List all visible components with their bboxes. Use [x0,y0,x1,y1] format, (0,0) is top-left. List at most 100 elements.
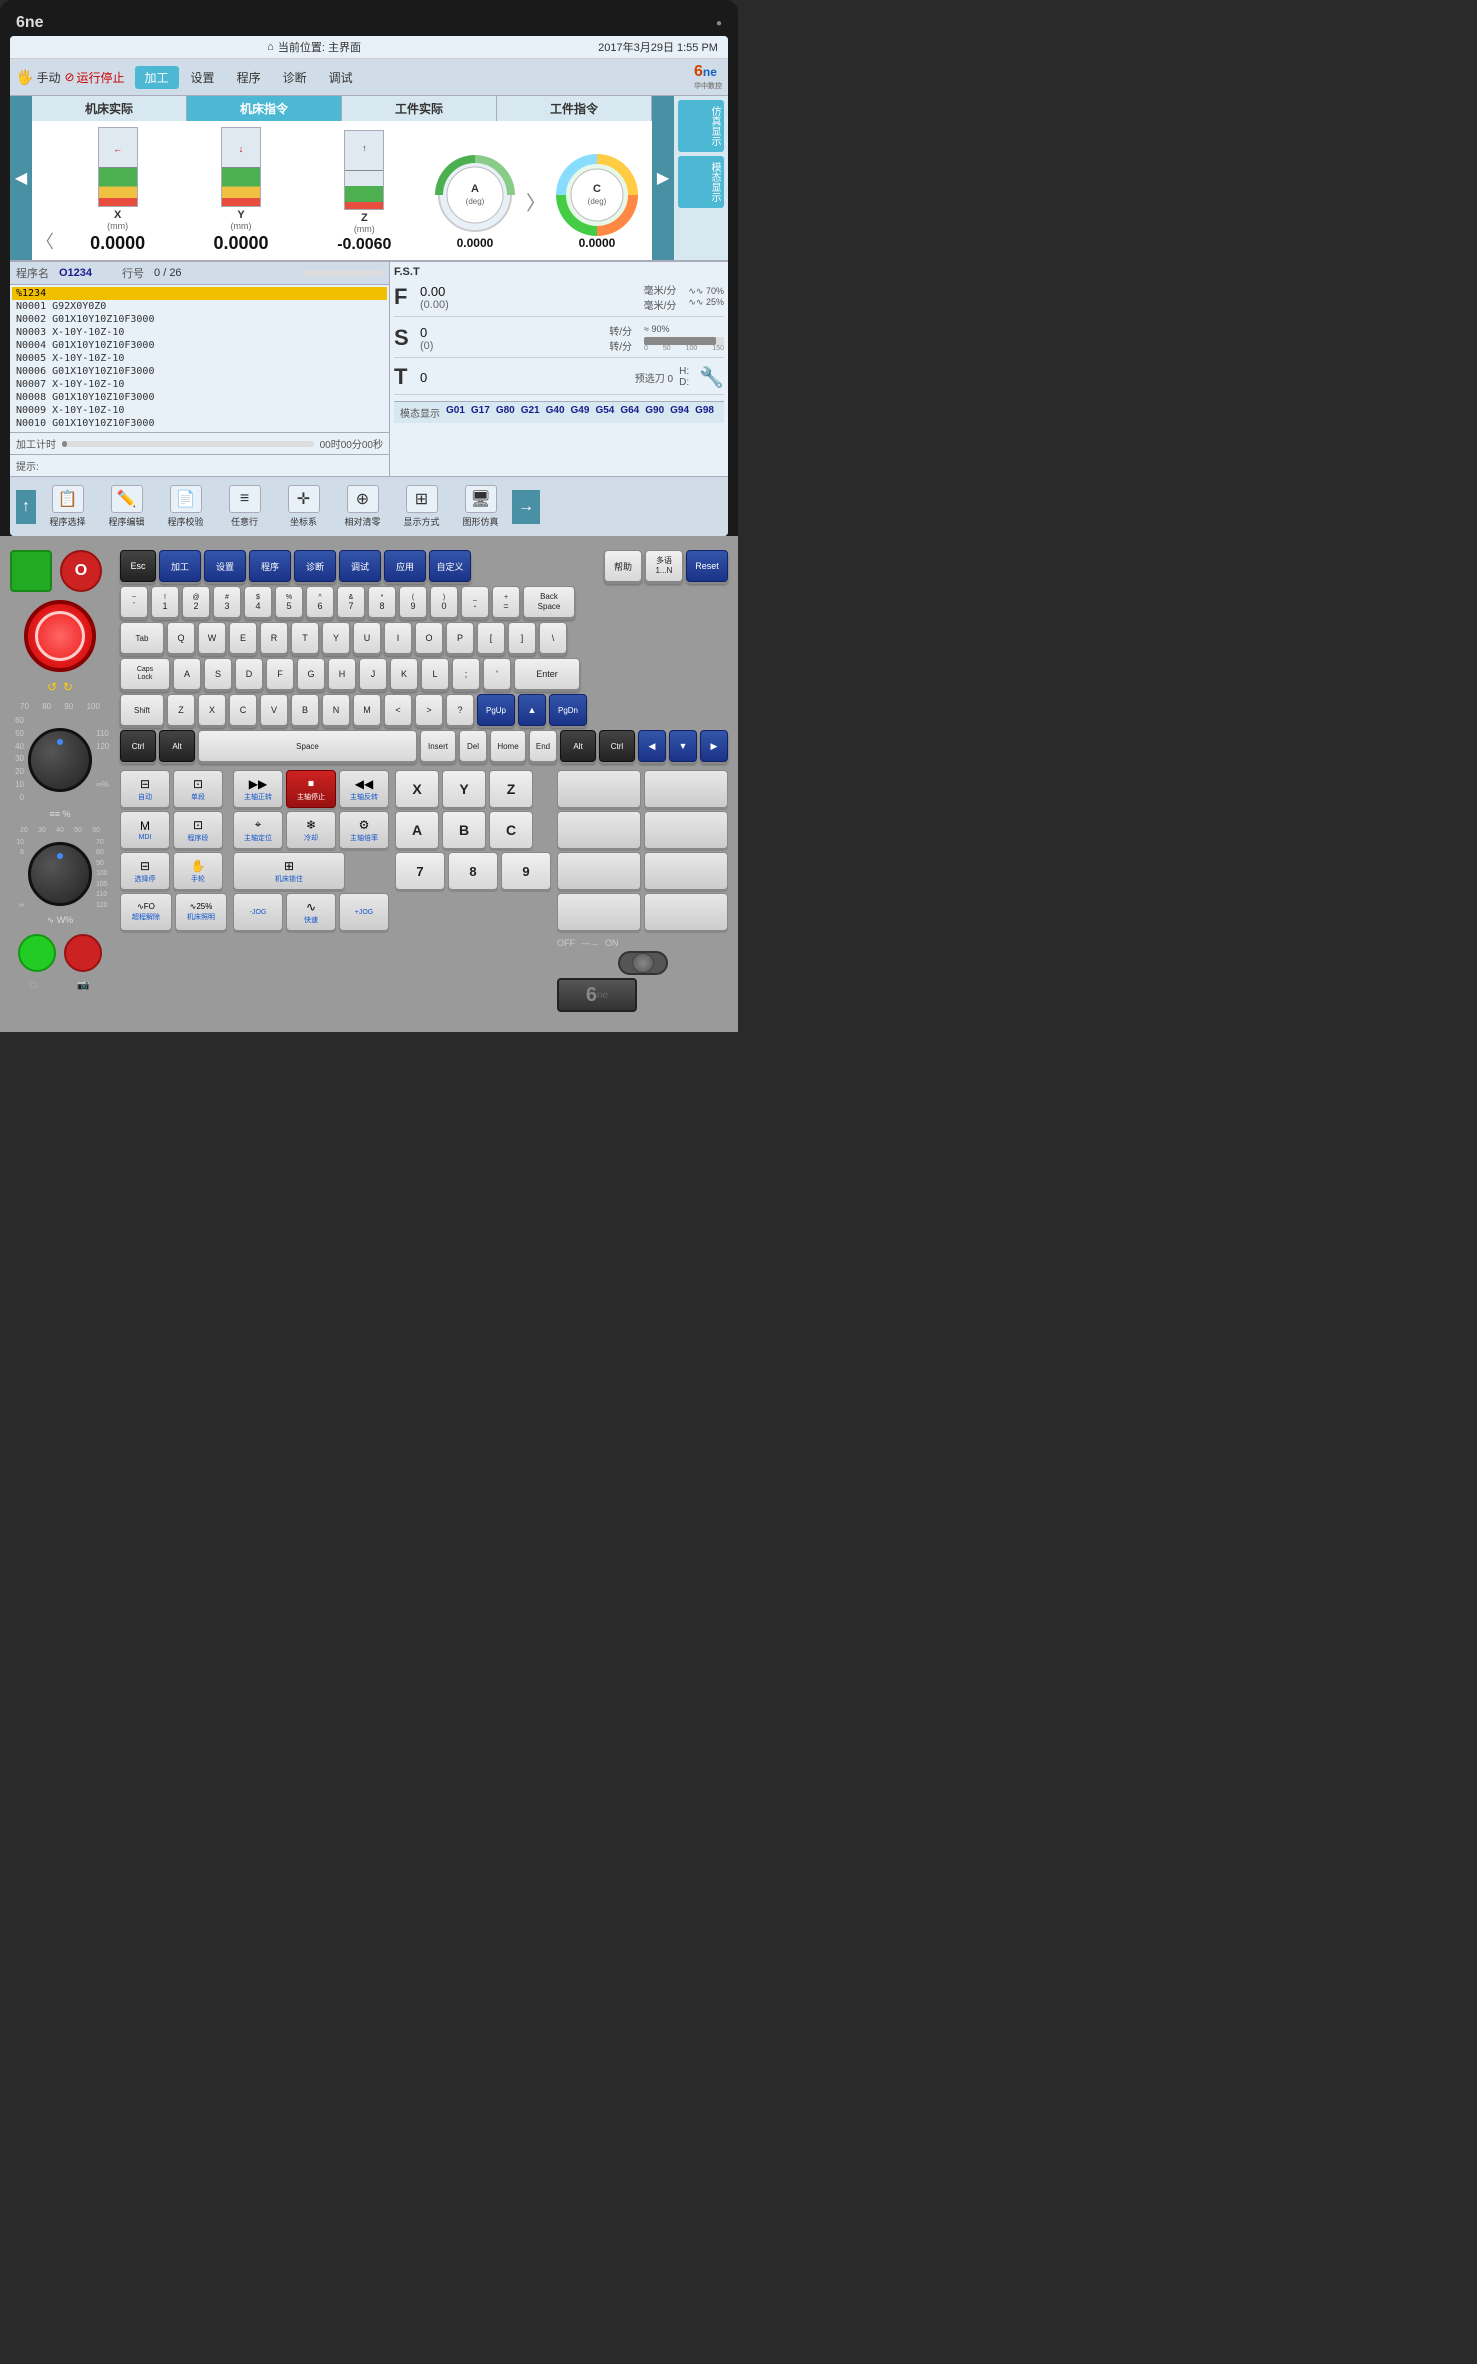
axis-nav-left[interactable]: ◀ [10,96,32,260]
key-q[interactable]: Q [167,622,195,654]
key-v[interactable]: V [260,694,288,726]
sim-display-btn[interactable]: 仿真显示 [678,100,724,152]
key-home[interactable]: Home [490,730,526,762]
key-lt[interactable]: < [384,694,412,726]
key-esc[interactable]: Esc [120,550,156,582]
key-quote[interactable]: ' [483,658,511,690]
key-f[interactable]: F [266,658,294,690]
key-coolant[interactable]: ❄ 冷却 [286,811,336,849]
key-p[interactable]: P [446,622,474,654]
key-4[interactable]: $ 4 [244,586,272,618]
key-jog-pos[interactable]: +JOG [339,893,389,931]
key-reset[interactable]: Reset [686,550,728,582]
key-spindle-stop[interactable]: ⏹ 主轴停止 [286,770,336,808]
axis-header-workpiece-cmd[interactable]: 工件指令 [497,96,652,121]
key-spindle-fwd[interactable]: ▶▶ 主轴正转 [233,770,283,808]
key-machine-lock[interactable]: ⊞ 机床锁住 [233,852,345,890]
key-x[interactable]: X [198,694,226,726]
modal-display-btn[interactable]: 模态显示 [678,156,724,208]
red-stop-button[interactable]: O [60,550,102,592]
key-num-9[interactable]: 9 [501,852,551,890]
key-3[interactable]: # 3 [213,586,241,618]
key-tab[interactable]: Tab [120,622,164,654]
toolbar-any-line[interactable]: ≡ 任意行 [217,481,272,532]
key-enter[interactable]: Enter [514,658,580,690]
tab-program[interactable]: 程序 [227,66,271,89]
key-axis-a[interactable]: A [395,811,439,849]
key-9[interactable]: ( 9 [399,586,427,618]
key-a[interactable]: A [173,658,201,690]
key-z[interactable]: Z [167,694,195,726]
green-circle-button[interactable] [18,934,56,972]
key-w[interactable]: W [198,622,226,654]
key-alt-left[interactable]: Alt [159,730,195,762]
axis-header-machine-actual[interactable]: 机床实际 [32,96,187,121]
toolbar-program-edit[interactable]: ✏️ 程序编辑 [99,481,154,532]
key-rfn-7[interactable] [557,893,641,931]
key-help[interactable]: 帮助 [604,550,642,582]
key-num-7[interactable]: 7 [395,852,445,890]
key-semicolon[interactable]: ; [452,658,480,690]
toolbar-up-arrow[interactable]: ↑ [16,490,36,524]
key-rfn-1[interactable] [557,770,641,808]
key-fn-machining[interactable]: 加工 [159,550,201,582]
key-6[interactable]: ^ 6 [306,586,334,618]
key-fn-custom[interactable]: 自定义 [429,550,471,582]
key-num-8[interactable]: 8 [448,852,498,890]
key-r[interactable]: R [260,622,288,654]
key-spindle-rev[interactable]: ◀◀ 主轴反转 [339,770,389,808]
key-capslock[interactable]: CapsLock [120,658,170,690]
key-rfn-5[interactable] [557,852,641,890]
key-down-arrow[interactable]: ▼ [669,730,697,762]
key-axis-z[interactable]: Z [489,770,533,808]
nav-tabs[interactable]: 加工 设置 程序 诊断 调试 [135,66,363,89]
axis-nav-right-arrow[interactable]: 〉 [526,187,546,216]
key-rbracket[interactable]: ] [508,622,536,654]
key-lighting[interactable]: ∿25% 机床照明 [175,893,227,931]
spindle-rate-knob[interactable] [28,842,92,906]
key-k[interactable]: K [390,658,418,690]
toolbar-program-check[interactable]: 📄 程序校验 [158,481,213,532]
axis-header-workpiece-actual[interactable]: 工件实际 [342,96,497,121]
key-multilang[interactable]: 多语1...N [645,550,683,582]
key-space[interactable]: Space [198,730,417,762]
key-rfn-3[interactable] [557,811,641,849]
key-fn-debug[interactable]: 调试 [339,550,381,582]
key-insert[interactable]: Insert [420,730,456,762]
key-lbracket[interactable]: [ [477,622,505,654]
key-t[interactable]: T [291,622,319,654]
key-axis-y[interactable]: Y [442,770,486,808]
key-left-arrow[interactable]: ◀ [638,730,666,762]
key-shift-left[interactable]: Shift [120,694,164,726]
toolbar-program-select[interactable]: 📋 程序选择 [40,481,95,532]
axis-x-left-arrow[interactable]: 〈 [36,228,54,254]
axis-header-machine-cmd[interactable]: 机床指令 [187,96,342,121]
key-d[interactable]: D [235,658,263,690]
toolbar-display-mode[interactable]: ⊞ 显示方式 [394,481,449,532]
key-8[interactable]: * 8 [368,586,396,618]
key-0[interactable]: ) 0 [430,586,458,618]
tab-diagnosis[interactable]: 诊断 [273,66,317,89]
toolbar-relative-zero[interactable]: ⊕ 相对清零 [335,481,390,532]
key-g[interactable]: G [297,658,325,690]
key-pgdn[interactable]: PgDn [549,694,587,726]
key-question[interactable]: ? [446,694,474,726]
key-h[interactable]: H [328,658,356,690]
key-n[interactable]: N [322,694,350,726]
estop-button[interactable] [24,600,96,672]
key-del[interactable]: Del [459,730,487,762]
tab-settings[interactable]: 设置 [181,66,225,89]
key-backspace[interactable]: BackSpace [523,586,575,618]
key-j[interactable]: J [359,658,387,690]
axis-nav-right[interactable]: ▶ [652,96,674,260]
key-fn-apply[interactable]: 应用 [384,550,426,582]
key-backslash[interactable]: \ [539,622,567,654]
power-switch[interactable] [618,951,668,975]
key-e[interactable]: E [229,622,257,654]
key-jog-neg[interactable]: -JOG [233,893,283,931]
key-fn-diagnosis[interactable]: 诊断 [294,550,336,582]
key-ctrl-left[interactable]: Ctrl [120,730,156,762]
key-rfn-4[interactable] [644,811,728,849]
key-y[interactable]: Y [322,622,350,654]
toolbar-right-arrow[interactable]: → [512,490,540,524]
